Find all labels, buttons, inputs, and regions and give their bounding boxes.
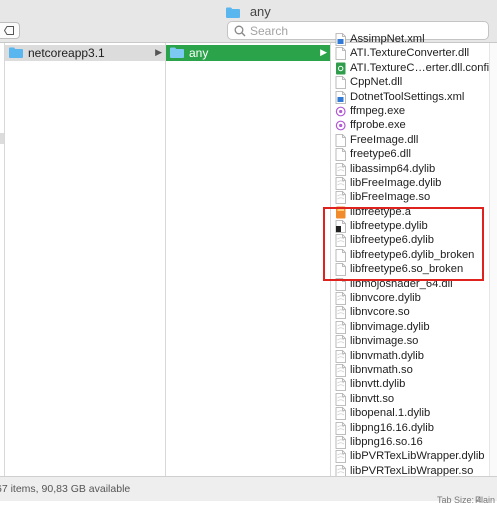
dylib-icon xyxy=(335,378,346,392)
file-row[interactable]: libpng16.16.dylib xyxy=(331,421,497,435)
file-name: AssimpNet.xml xyxy=(350,33,425,45)
file-row[interactable]: ATI.TextureC…erter.dll.config xyxy=(331,61,497,75)
exe-icon xyxy=(335,105,346,118)
folder-icon xyxy=(9,47,23,61)
tag-button[interactable] xyxy=(0,22,20,39)
file-name: libPVRTexLibWrapper.dylib xyxy=(350,450,485,463)
file-name: libnvcore.so xyxy=(350,306,410,319)
file-row[interactable]: libnvtt.dylib xyxy=(331,377,497,392)
chevron-right-icon: ▶ xyxy=(320,47,327,57)
file-name: libpng16.16.dylib xyxy=(350,421,434,434)
document-icon xyxy=(335,47,346,61)
search-icon xyxy=(234,25,246,37)
xml-doc-icon xyxy=(335,33,346,46)
dylib-icon xyxy=(335,407,346,421)
document-icon xyxy=(335,148,346,162)
file-row[interactable]: libPVRTexLibWrapper.dylib xyxy=(331,449,497,464)
folder-name: any xyxy=(189,46,209,60)
file-name: libFreeImage.dylib xyxy=(350,176,442,189)
file-row[interactable]: AssimpNet.xml xyxy=(331,32,497,46)
dylib-icon xyxy=(335,177,346,190)
file-row[interactable]: libnvcore.so xyxy=(331,305,497,320)
dylib-icon xyxy=(335,364,346,377)
dylib-icon xyxy=(335,436,346,449)
file-name: libnvimage.dylib xyxy=(350,320,430,333)
column-0-selected-row[interactable] xyxy=(0,133,4,144)
file-row[interactable]: DotnetToolSettings.xml xyxy=(331,90,497,104)
file-row[interactable]: libFreeImage.so xyxy=(331,190,497,205)
exe-icon xyxy=(335,119,346,132)
file-name: ffmpeg.exe xyxy=(350,104,406,117)
status-text: 67 items, 90,83 GB available xyxy=(0,483,131,495)
window-title-text: any xyxy=(249,4,271,19)
file-name: CppNet.dll xyxy=(350,76,403,89)
dylib-icon xyxy=(335,320,346,334)
xml-doc-icon xyxy=(335,90,346,104)
dylib-icon xyxy=(335,349,346,363)
file-row[interactable]: ffmpeg.exe xyxy=(331,104,497,118)
window-title: any xyxy=(0,4,497,21)
red-annotation-box xyxy=(323,207,484,281)
file-name: freetype6.dll xyxy=(350,148,411,161)
file-row[interactable]: libnvcore.dylib xyxy=(331,291,497,305)
column-1: netcoreapp3.1 ▶ xyxy=(5,43,166,476)
document-icon xyxy=(335,133,346,147)
file-row[interactable]: ffprobe.exe xyxy=(331,118,497,132)
dylib-icon xyxy=(335,335,346,349)
document-icon xyxy=(335,76,346,90)
file-row[interactable]: libFreeImage.dylib xyxy=(331,176,497,190)
file-name: libFreeImage.so xyxy=(350,191,431,204)
dylib-icon xyxy=(335,292,346,305)
file-name: libpng16.so.16 xyxy=(350,435,423,448)
file-name: libnvmath.dylib xyxy=(350,349,424,362)
file-row[interactable]: libnvimage.dylib xyxy=(331,320,497,334)
column-2-selected-folder[interactable]: any ▶ xyxy=(166,45,330,61)
file-row[interactable]: ATI.TextureConverter.dll xyxy=(331,46,497,61)
vertical-scrollbar[interactable] xyxy=(489,43,497,476)
file-row[interactable]: libnvmath.dylib xyxy=(331,349,497,363)
folder-name: netcoreapp3.1 xyxy=(28,46,105,60)
dylib-icon xyxy=(335,191,346,205)
column-1-selected-folder[interactable]: netcoreapp3.1 ▶ xyxy=(5,45,165,61)
chevron-right-icon: ▶ xyxy=(155,47,162,57)
file-name: libnvmath.so xyxy=(350,363,413,376)
file-row[interactable]: FreeImage.dll xyxy=(331,133,497,147)
file-name: libassimp64.dylib xyxy=(350,162,436,175)
file-row[interactable]: libnvmath.so xyxy=(331,363,497,377)
status-bar: 67 items, 90,83 GB available Tab Size: 4… xyxy=(0,476,497,505)
plain-text-label[interactable]: Plain Te xyxy=(475,495,497,505)
file-name: libnvtt.dylib xyxy=(350,378,406,391)
file-name: libopenal.1.dylib xyxy=(350,407,431,420)
file-name: libnvimage.so xyxy=(350,335,419,348)
folder-icon xyxy=(226,6,241,21)
dylib-icon xyxy=(335,392,346,406)
file-name: libnvcore.dylib xyxy=(350,292,421,305)
file-row[interactable]: libopenal.1.dylib xyxy=(331,406,497,421)
file-row[interactable]: freetype6.dll xyxy=(331,147,497,162)
file-row[interactable]: libpng16.so.16 xyxy=(331,435,497,449)
file-name: ATI.TextureC…erter.dll.config xyxy=(350,61,496,74)
dylib-icon xyxy=(335,162,346,176)
folder-icon xyxy=(170,47,184,61)
file-row[interactable]: libassimp64.dylib xyxy=(331,162,497,176)
tag-icon xyxy=(4,26,14,35)
column-2: any ▶ xyxy=(166,43,331,476)
file-name: FreeImage.dll xyxy=(350,133,419,146)
file-name: ffprobe.exe xyxy=(350,119,406,132)
file-row[interactable]: libnvimage.so xyxy=(331,334,497,349)
dylib-icon xyxy=(335,450,346,464)
file-name: libnvtt.so xyxy=(350,392,395,405)
file-name: DotnetToolSettings.xml xyxy=(350,90,465,103)
config-icon xyxy=(335,62,346,75)
file-row[interactable]: CppNet.dll xyxy=(331,75,497,90)
dylib-icon xyxy=(335,306,346,320)
dylib-icon xyxy=(335,421,346,435)
file-row[interactable]: libnvtt.so xyxy=(331,392,497,406)
file-name: ATI.TextureConverter.dll xyxy=(350,47,470,60)
